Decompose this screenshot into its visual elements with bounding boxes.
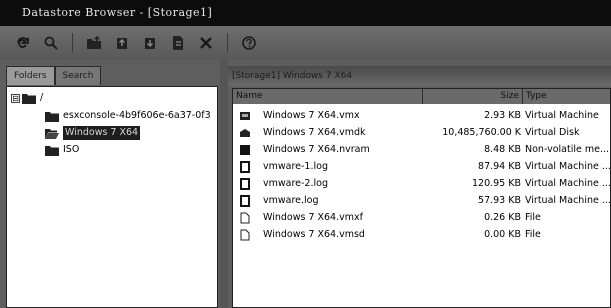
file-name: vmware-1.log — [263, 161, 328, 172]
tree-item-label: ISO — [63, 144, 80, 155]
log-file-icon — [239, 193, 253, 209]
file-row[interactable]: Windows 7 X64.vmdk 10,485,760.00 K Virtu… — [233, 125, 610, 141]
toolbar — [0, 26, 611, 60]
column-header-type[interactable]: Type — [523, 89, 610, 104]
tree-item-selected[interactable]: Windows 7 X64 — [45, 126, 141, 140]
file-name: vmware.log — [263, 195, 319, 206]
file-row[interactable]: Windows 7 X64.vmx 2.93 KB Virtual Machin… — [233, 108, 610, 124]
tree-root[interactable]: ⊟ / — [11, 91, 43, 105]
refresh-icon[interactable] — [12, 32, 34, 54]
tree-item[interactable]: esxconsole-4b9f606e-6a37-0f3 — [45, 109, 211, 123]
file-size: 0.26 KB — [484, 212, 521, 223]
tree-root-label: / — [40, 92, 44, 103]
folder-tree: ⊟ / esxconsole-4b9f606e-6a37-0f3 Windows… — [6, 86, 218, 308]
file-type: Virtual Machine ... — [525, 178, 611, 189]
file-row[interactable]: Windows 7 X64.vmxf 0.26 KB File — [233, 210, 610, 226]
column-header-name[interactable]: Name — [233, 89, 423, 104]
tab-folders[interactable]: Folders — [6, 66, 55, 85]
download-icon[interactable] — [139, 32, 161, 54]
log-file-icon — [239, 159, 253, 175]
new-folder-icon[interactable] — [83, 32, 105, 54]
list-header: Name Size Type — [233, 89, 610, 104]
current-path: [Storage1] Windows 7 X64 — [228, 66, 611, 86]
file-type: File — [525, 229, 541, 240]
folder-icon — [45, 112, 59, 122]
file-size: 2.93 KB — [484, 110, 521, 121]
file-size: 10,485,760.00 K — [442, 127, 521, 138]
file-row[interactable]: vmware.log 57.93 KB Virtual Machine ... — [233, 193, 610, 209]
file-list: Name Size Type Windows 7 X64.vmx 2.93 KB… — [232, 88, 611, 308]
file-row[interactable]: Windows 7 X64.vmsd 0.00 KB File — [233, 227, 610, 243]
file-type: File — [525, 212, 541, 223]
delete-icon[interactable] — [195, 32, 217, 54]
file-name: Windows 7 X64.nvram — [263, 144, 370, 155]
file-icon — [239, 227, 253, 243]
toolbar-separator — [72, 33, 73, 53]
nvram-icon — [239, 142, 253, 158]
file-type: Virtual Machine — [525, 110, 599, 121]
left-tabs: Folders Search — [6, 66, 102, 86]
folder-icon — [45, 146, 59, 156]
column-header-size[interactable]: Size — [423, 89, 523, 104]
open-folder-icon — [45, 129, 59, 139]
window-title-bar: Datastore Browser - [Storage1] — [0, 0, 611, 26]
file-name: Windows 7 X64.vmdk — [263, 127, 366, 138]
file-row[interactable]: vmware-1.log 87.94 KB Virtual Machine ..… — [233, 159, 610, 175]
tree-item[interactable]: ISO — [45, 143, 79, 157]
search-icon[interactable] — [40, 32, 62, 54]
folders-panel: Folders Search ⊟ / esxconsole-4b9f606e-6… — [0, 60, 220, 308]
file-type: Virtual Machine ... — [525, 195, 611, 206]
file-row[interactable]: Windows 7 X64.nvram 8.48 KB Non-volatile… — [233, 142, 610, 158]
file-name: Windows 7 X64.vmxf — [263, 212, 363, 223]
help-icon[interactable] — [238, 32, 260, 54]
file-size: 8.48 KB — [484, 144, 521, 155]
file-size: 87.94 KB — [478, 161, 521, 172]
log-file-icon — [239, 176, 253, 192]
upload-icon[interactable] — [111, 32, 133, 54]
toolbar-separator — [227, 33, 228, 53]
files-panel: [Storage1] Windows 7 X64 Name Size Type … — [228, 60, 611, 308]
file-type: Virtual Machine ... — [525, 161, 611, 172]
vm-config-icon — [239, 108, 253, 124]
file-name: Windows 7 X64.vmsd — [263, 229, 365, 240]
window-title: Datastore Browser - [Storage1] — [22, 6, 213, 19]
folder-icon — [22, 94, 36, 104]
file-name: vmware-2.log — [263, 178, 328, 189]
file-icon — [239, 210, 253, 226]
file-size: 57.93 KB — [478, 195, 521, 206]
tab-search[interactable]: Search — [54, 66, 102, 85]
panel-splitter[interactable] — [220, 60, 228, 308]
file-row[interactable]: vmware-2.log 120.95 KB Virtual Machine .… — [233, 176, 610, 192]
file-size: 0.00 KB — [484, 229, 521, 240]
collapse-toggle[interactable]: ⊟ — [11, 93, 20, 103]
copy-icon[interactable] — [167, 32, 189, 54]
virtual-disk-icon — [239, 125, 253, 141]
file-type: Virtual Disk — [525, 127, 580, 138]
tree-item-label: esxconsole-4b9f606e-6a37-0f3 — [63, 110, 211, 121]
file-type: Non-volatile me... — [525, 144, 610, 155]
file-size: 120.95 KB — [471, 178, 521, 189]
file-name: Windows 7 X64.vmx — [263, 110, 360, 121]
tree-item-label: Windows 7 X64 — [63, 126, 141, 140]
